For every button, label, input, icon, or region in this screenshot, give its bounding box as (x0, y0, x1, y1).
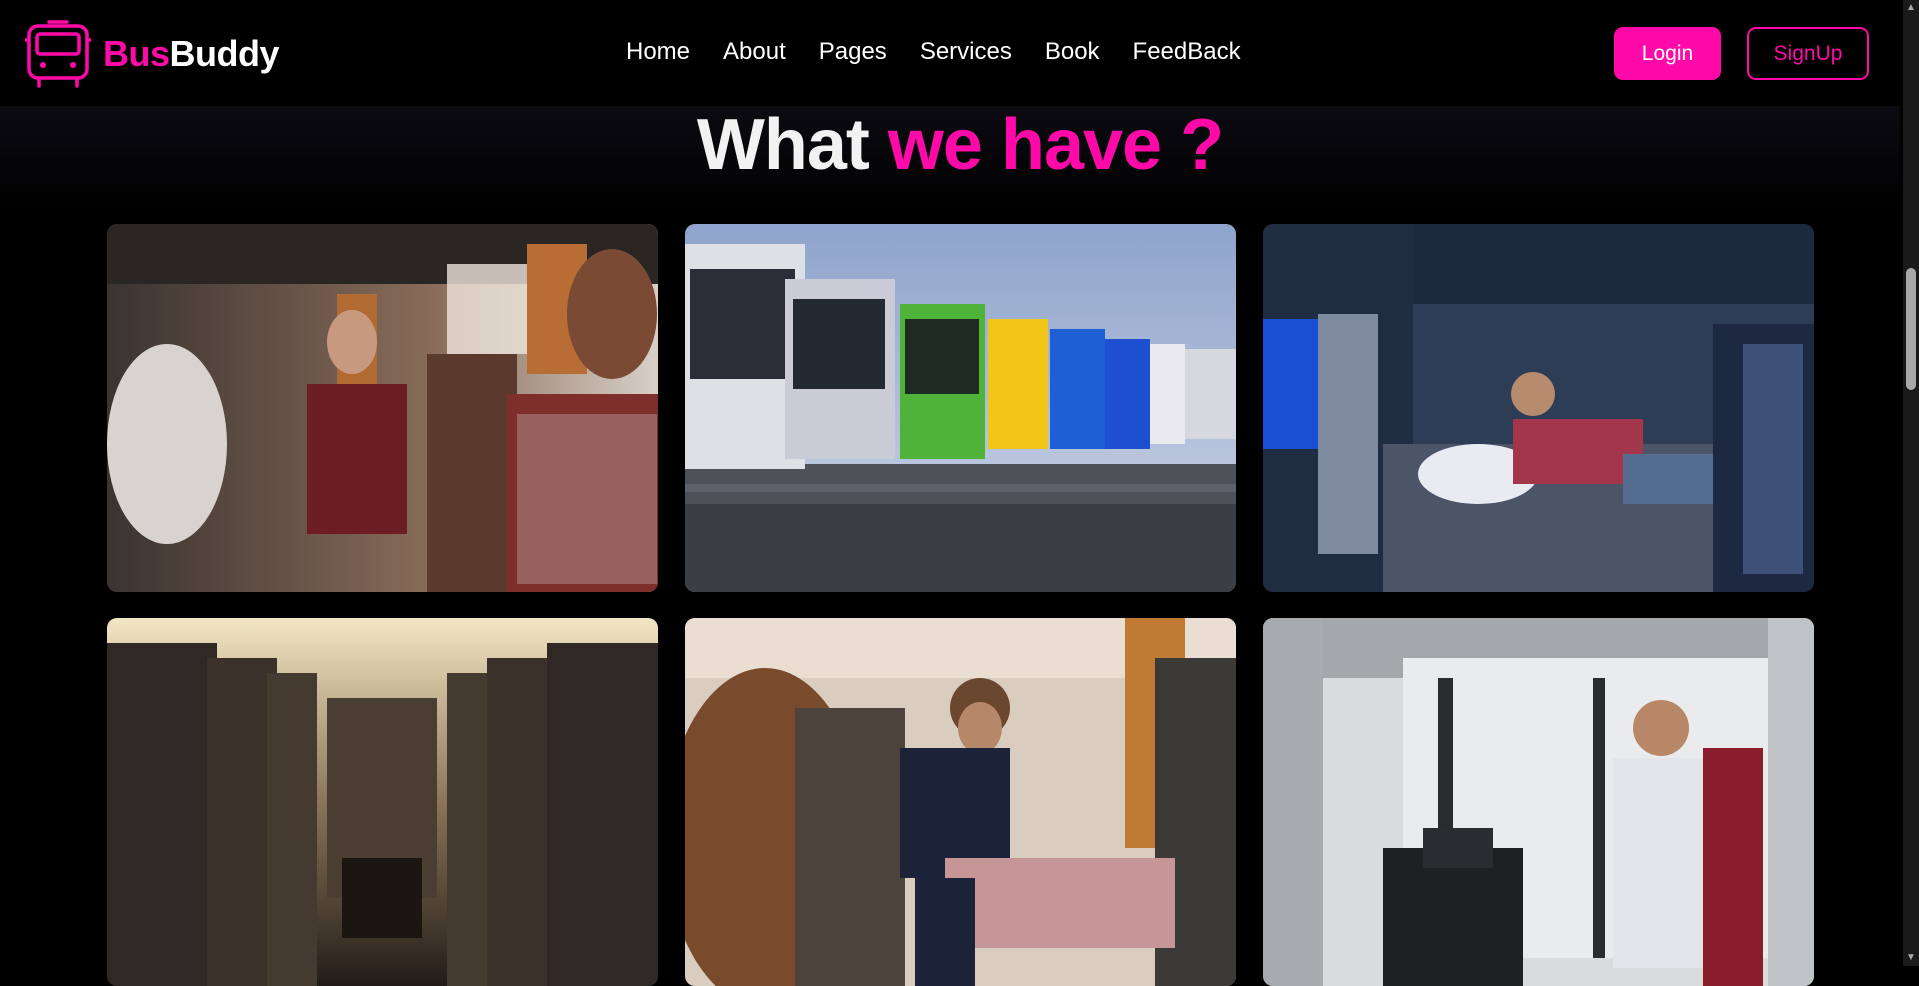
login-button[interactable]: Login (1614, 27, 1721, 80)
brand-name-part2: Buddy (169, 33, 280, 74)
main-nav: Home About Pages Services Book FeedBack (626, 38, 1241, 66)
nav-link-home[interactable]: Home (626, 38, 690, 66)
nav-link-about[interactable]: About (723, 38, 786, 66)
gallery-image-passengers[interactable] (107, 224, 658, 592)
brand-name-part1: Bus (103, 33, 170, 74)
nav-link-pages[interactable]: Pages (819, 38, 887, 66)
brand-name: BusBuddy (103, 33, 280, 75)
gallery-image-buses[interactable] (685, 224, 1236, 592)
gallery-image-empty-seats[interactable] (107, 618, 658, 986)
section-heading-part1: What (696, 105, 870, 185)
scrollbar-thumb[interactable] (1906, 268, 1916, 390)
brand-logo[interactable]: BusBuddy (25, 20, 280, 88)
gallery-image-bus-driver[interactable] (1263, 618, 1814, 986)
nav-link-book[interactable]: Book (1045, 38, 1100, 66)
scroll-up-arrow-icon[interactable]: ▲ (1903, 0, 1919, 16)
signup-button[interactable]: SignUp (1747, 27, 1869, 80)
bus-icon (25, 20, 91, 88)
scroll-down-arrow-icon[interactable]: ▼ (1903, 950, 1919, 966)
gallery-image-sleeper-cabin[interactable] (1263, 224, 1814, 592)
page-scrollbar[interactable]: ▲ ▼ (1903, 0, 1919, 966)
gallery-image-man-by-window[interactable] (685, 618, 1236, 986)
nav-link-services[interactable]: Services (920, 38, 1012, 66)
nav-link-feedback[interactable]: FeedBack (1133, 38, 1241, 66)
navbar: BusBuddy Home About Pages Services Book … (0, 0, 1900, 106)
section-heading: What we have ? (0, 104, 1919, 186)
section-heading-part2: we have ? (887, 105, 1224, 185)
